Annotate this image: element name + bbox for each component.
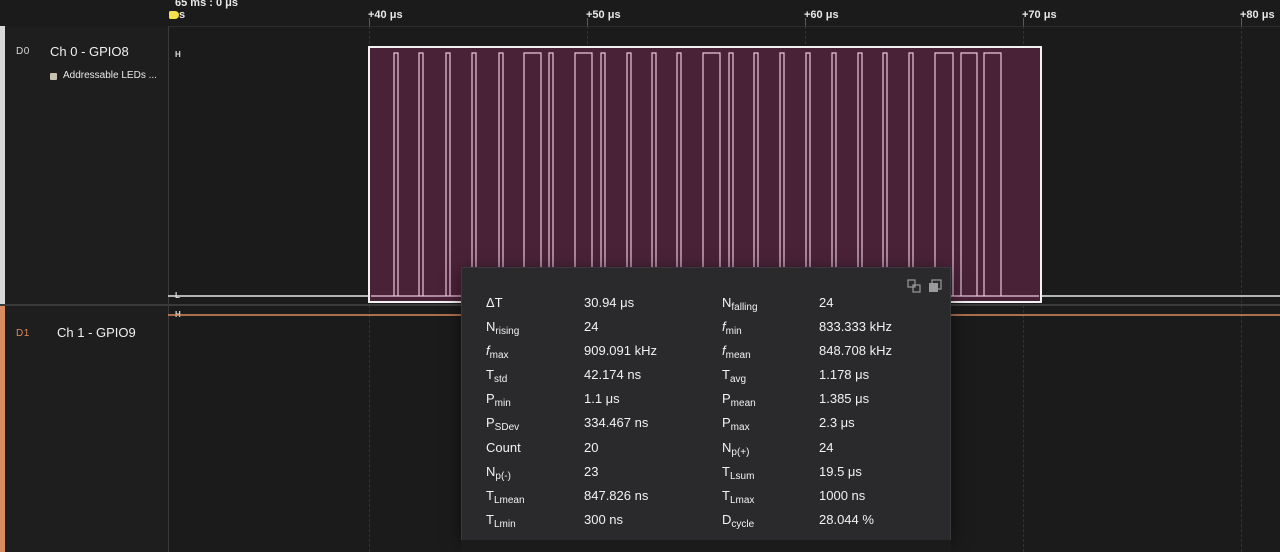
value-tl-min: 300 ns	[584, 512, 624, 527]
value-d-cycle: 28.044 %	[819, 512, 874, 527]
label-delta-t: ΔT	[486, 295, 503, 310]
label-t-std: Tstd	[486, 367, 508, 385]
tick-label-40: +40 μs	[368, 9, 403, 21]
tick-label-50: +50 μs	[586, 9, 621, 21]
value-tl-mean: 847.826 ns	[584, 488, 649, 503]
analyzer-color-swatch	[50, 73, 57, 80]
channel-id: D1	[16, 328, 30, 339]
label-p-min: Pmin	[486, 391, 511, 409]
ruler-tick	[1241, 18, 1242, 26]
ruler-tick	[587, 18, 588, 26]
cursor-marker-icon[interactable]	[169, 11, 179, 19]
label-n-rising: Nrising	[486, 319, 520, 337]
value-tl-sum: 19.5 μs	[819, 464, 862, 479]
value-tl-max: 1000 ns	[819, 488, 866, 503]
cursor-time-unit: s	[179, 9, 186, 21]
ruler-tick	[369, 18, 370, 26]
channel-color-stripe	[0, 26, 5, 304]
value-np-plus: 24	[819, 440, 834, 455]
measurement-selection[interactable]	[368, 46, 1042, 303]
value-n-rising: 24	[584, 319, 599, 334]
channel-name[interactable]: Ch 0 - GPIO8	[50, 44, 129, 59]
channel-name[interactable]: Ch 1 - GPIO9	[57, 325, 136, 340]
value-p-min: 1.1 μs	[584, 391, 620, 406]
channel-id: D0	[16, 46, 30, 57]
channel-header-d0[interactable]: D0 Ch 0 - GPIO8 Addressable LEDs ...	[0, 26, 168, 304]
ruler-tick	[805, 18, 806, 26]
label-np-minus: Np(-)	[486, 464, 511, 482]
label-t-avg: Tavg	[722, 367, 747, 385]
value-np-minus: 23	[584, 464, 599, 479]
value-p-max: 2.3 μs	[819, 415, 855, 430]
measurement-panel[interactable]: ΔT 30.94 μs Nfalling 24 Nrising 24 fmin …	[461, 267, 951, 542]
value-count: 20	[584, 440, 599, 455]
label-p-sdev: PSDev	[486, 415, 520, 433]
channel-header-d1[interactable]: D1 Ch 1 - GPIO9	[0, 306, 168, 552]
ruler-tick	[1023, 18, 1024, 26]
tick-label-60: +60 μs	[804, 9, 839, 21]
label-tl-min: TLmin	[486, 512, 516, 530]
time-ruler[interactable]: 65 ms : 0 μs s +40 μs +50 μs +60 μs +70 …	[0, 0, 1280, 27]
value-delta-t: 30.94 μs	[584, 295, 635, 310]
label-tl-sum: TLsum	[722, 464, 755, 482]
analyzer-label[interactable]: Addressable LEDs ...	[63, 70, 157, 81]
expand-panel-icon[interactable]	[907, 279, 921, 293]
label-p-mean: Pmean	[722, 391, 756, 409]
copy-icon[interactable]	[928, 279, 942, 293]
value-p-sdev: 334.467 ns	[584, 415, 649, 430]
label-f-min: fmin	[722, 319, 742, 337]
value-t-avg: 1.178 μs	[819, 367, 870, 382]
label-np-plus: Np(+)	[722, 440, 750, 458]
label-tl-mean: TLmean	[486, 488, 525, 506]
value-f-min: 833.333 kHz	[819, 319, 892, 334]
tick-label-70: +70 μs	[1022, 9, 1057, 21]
value-f-max: 909.091 kHz	[584, 343, 657, 358]
label-count: Count	[486, 440, 521, 455]
value-p-mean: 1.385 μs	[819, 391, 870, 406]
cursor-time-label: 65 ms : 0 μs	[175, 0, 238, 9]
label-tl-max: TLmax	[722, 488, 755, 506]
channel-color-stripe	[0, 306, 5, 552]
panel-footer-gap	[461, 540, 951, 552]
label-f-max: fmax	[486, 343, 509, 361]
value-t-std: 42.174 ns	[584, 367, 642, 382]
value-f-mean: 848.708 kHz	[819, 343, 892, 358]
label-p-max: Pmax	[722, 415, 750, 433]
value-n-falling: 24	[819, 295, 834, 310]
label-n-falling: Nfalling	[722, 295, 758, 313]
label-f-mean: fmean	[722, 343, 751, 361]
tick-label-80: +80 μs	[1240, 9, 1275, 21]
label-d-cycle: Dcycle	[722, 512, 755, 530]
